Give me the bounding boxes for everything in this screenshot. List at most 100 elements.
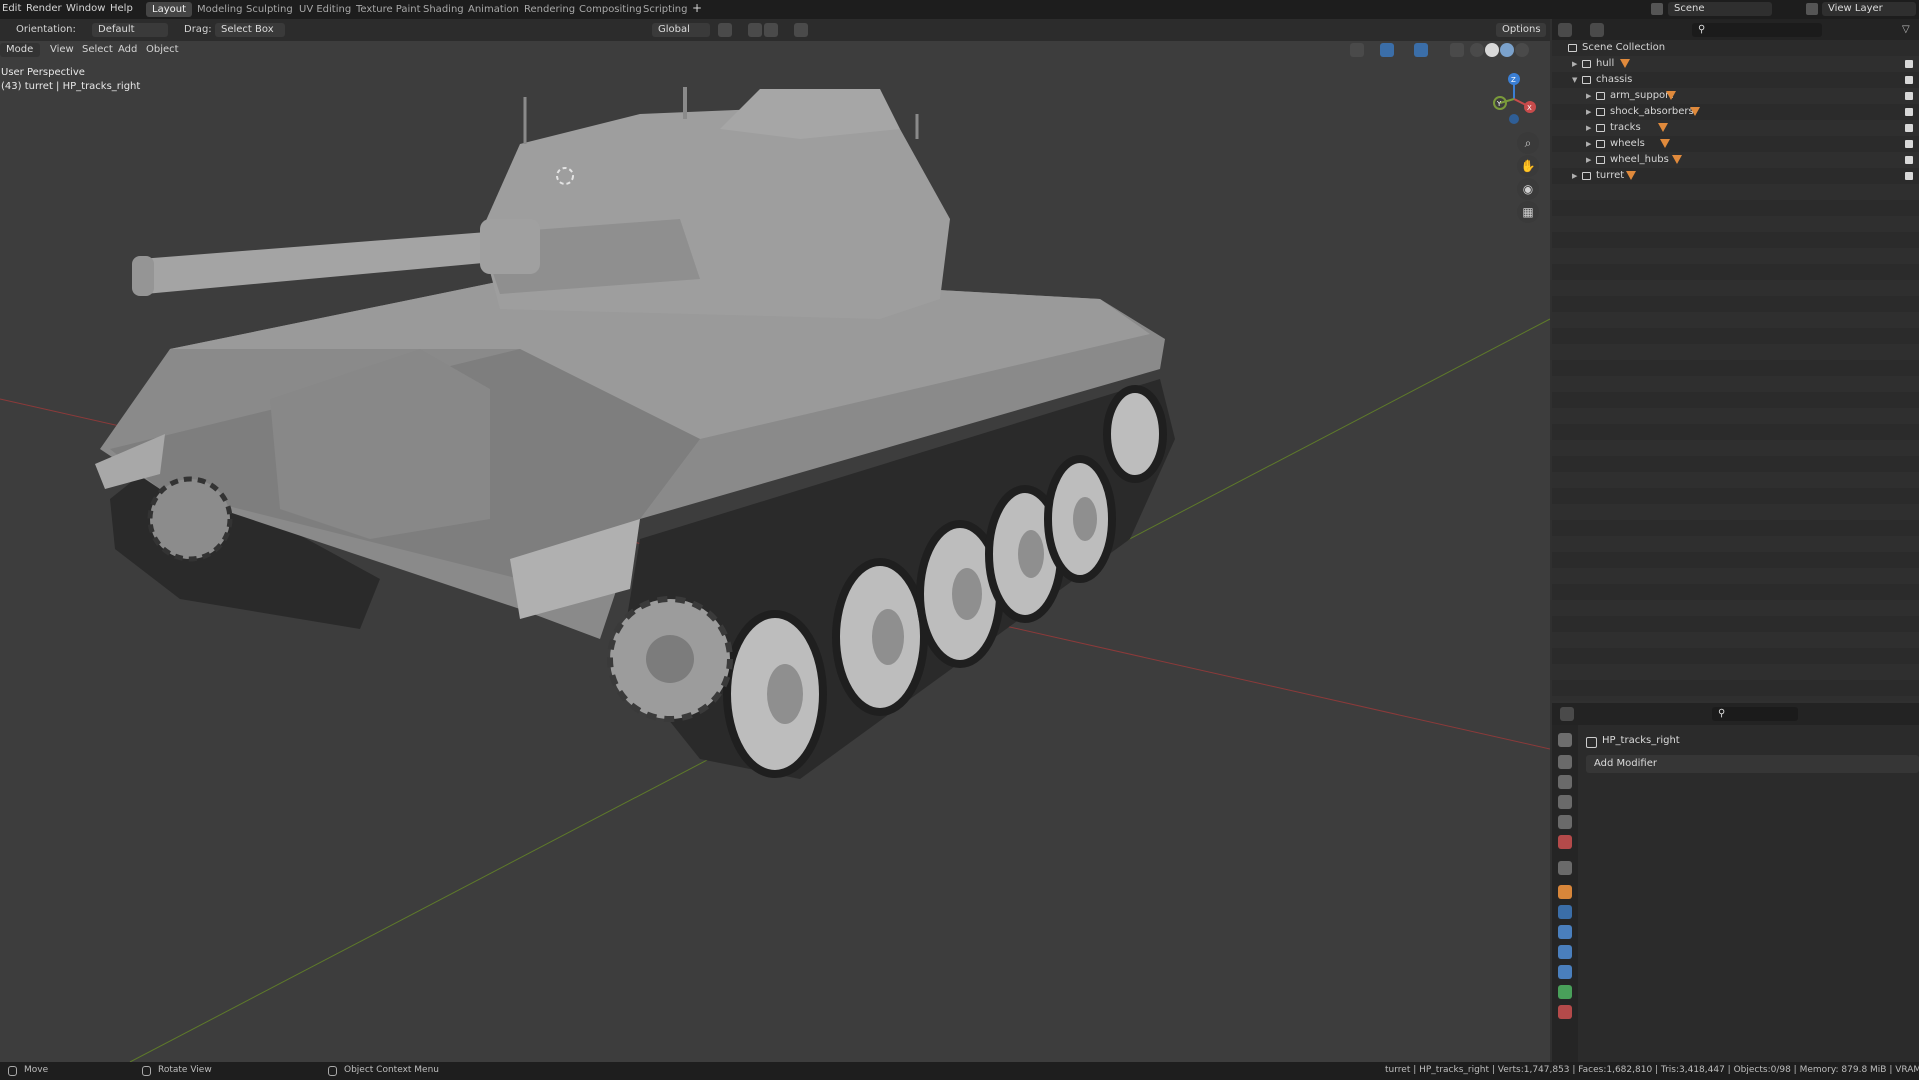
- properties-search-input[interactable]: ⚲: [1712, 707, 1798, 721]
- constraints-icon[interactable]: [1558, 965, 1572, 979]
- object-type-icon: [1586, 737, 1597, 748]
- exclude-checkbox[interactable]: [1905, 92, 1913, 100]
- exclude-checkbox[interactable]: [1905, 60, 1913, 68]
- gizmo-y-label: Y: [1496, 100, 1502, 108]
- collapse-triangle-icon[interactable]: ▼: [1572, 72, 1577, 88]
- data-icon[interactable]: [1558, 985, 1572, 999]
- tool-icon[interactable]: [1558, 733, 1572, 747]
- object-icon[interactable]: [1558, 885, 1572, 899]
- scene-selector[interactable]: Scene: [1668, 2, 1772, 16]
- tab-scripting[interactable]: Scripting: [637, 2, 693, 17]
- zoom-icon[interactable]: ⌕: [1517, 132, 1539, 154]
- pan-hand-icon[interactable]: ✋: [1517, 155, 1539, 177]
- world-icon[interactable]: [1558, 835, 1572, 849]
- exclude-checkbox[interactable]: [1905, 76, 1913, 84]
- tree-row-shock-absorbers[interactable]: ▶ shock_absorbers: [1552, 104, 1919, 120]
- exclude-checkbox[interactable]: [1905, 140, 1913, 148]
- outliner-search-input[interactable]: ⚲: [1692, 23, 1822, 37]
- menu-render[interactable]: Render: [26, 3, 62, 14]
- display-mode-icon[interactable]: [1590, 23, 1604, 37]
- tab-layout[interactable]: Layout: [146, 2, 192, 17]
- tree-row-scene-collection[interactable]: Scene Collection: [1552, 40, 1919, 56]
- menu-help[interactable]: Help: [110, 3, 133, 14]
- physics-icon[interactable]: [1558, 945, 1572, 959]
- tab-animation[interactable]: Animation: [462, 2, 525, 17]
- mesh-data-icon: [1666, 91, 1676, 100]
- expand-triangle-icon[interactable]: ▶: [1586, 88, 1591, 104]
- material-icon[interactable]: [1558, 1005, 1572, 1019]
- mesh-data-icon: [1626, 171, 1636, 180]
- expand-triangle-icon[interactable]: ▶: [1586, 152, 1591, 168]
- status-move: Move: [24, 1065, 49, 1075]
- collection-icon: [1596, 140, 1605, 148]
- mesh-data-icon: [1658, 123, 1668, 132]
- mouse-middle-icon: [142, 1066, 151, 1076]
- mesh-data-icon: [1672, 155, 1682, 164]
- gizmo-x-label: X: [1527, 104, 1532, 112]
- editor-type-icon[interactable]: [1558, 23, 1572, 37]
- menu-edit[interactable]: Edit: [2, 3, 21, 14]
- neg-z-axis-icon[interactable]: [1509, 114, 1519, 124]
- tree-label: wheel_hubs: [1610, 154, 1669, 165]
- render-icon[interactable]: [1558, 755, 1572, 769]
- tab-rendering[interactable]: Rendering: [518, 2, 581, 17]
- collection-icon[interactable]: [1558, 861, 1572, 875]
- navigation-gizmo[interactable]: Z X Y: [1486, 69, 1542, 129]
- expand-triangle-icon[interactable]: ▶: [1586, 136, 1591, 152]
- tree-row-chassis[interactable]: ▼ chassis: [1552, 72, 1919, 88]
- tab-texture-paint[interactable]: Texture Paint: [350, 2, 427, 17]
- scene-icon[interactable]: [1558, 815, 1572, 829]
- properties-header: ⚲: [1552, 703, 1919, 725]
- scene-collection-icon: [1568, 44, 1577, 52]
- add-modifier-button[interactable]: Add Modifier: [1586, 755, 1919, 773]
- scene-icon: [1651, 3, 1663, 15]
- modifier-icon[interactable]: [1558, 905, 1572, 919]
- exclude-checkbox[interactable]: [1905, 124, 1913, 132]
- add-workspace-button[interactable]: +: [692, 1, 702, 15]
- mesh-data-icon: [1660, 139, 1670, 148]
- outliner-header: ⚲ ▽: [1552, 19, 1919, 40]
- tree-label: turret: [1596, 170, 1625, 181]
- gizmo-z-label: Z: [1511, 76, 1516, 84]
- output-icon[interactable]: [1558, 775, 1572, 789]
- tree-row-tracks[interactable]: ▶ tracks: [1552, 120, 1919, 136]
- 3d-viewport[interactable]: Orientation: Default Drag: Select Box Gl…: [0, 19, 1550, 1062]
- exclude-checkbox[interactable]: [1905, 172, 1913, 180]
- tree-row-wheel-hubs[interactable]: ▶ wheel_hubs: [1552, 152, 1919, 168]
- exclude-checkbox[interactable]: [1905, 108, 1913, 116]
- tree-row-wheels[interactable]: ▶ wheels: [1552, 136, 1919, 152]
- mesh-data-icon: [1690, 107, 1700, 116]
- expand-triangle-icon[interactable]: ▶: [1572, 56, 1577, 72]
- tree-row-hull[interactable]: ▶ hull: [1552, 56, 1919, 72]
- mouse-right-icon: [328, 1066, 337, 1076]
- view-layer-icon[interactable]: [1558, 795, 1572, 809]
- expand-triangle-icon[interactable]: ▶: [1586, 104, 1591, 120]
- ortho-grid-icon[interactable]: ▦: [1517, 201, 1539, 223]
- tree-label: hull: [1596, 58, 1615, 69]
- view-layer-selector[interactable]: View Layer: [1822, 2, 1916, 16]
- tree-label: arm_support: [1610, 90, 1674, 101]
- collection-icon: [1582, 76, 1591, 84]
- status-context-menu: Object Context Menu: [344, 1065, 440, 1075]
- expand-triangle-icon[interactable]: ▶: [1586, 120, 1591, 136]
- tab-sculpting[interactable]: Sculpting: [240, 2, 299, 17]
- expand-triangle-icon[interactable]: ▶: [1572, 168, 1577, 184]
- tank-model[interactable]: [95, 87, 1175, 779]
- tree-row-turret[interactable]: ▶ turret: [1552, 168, 1919, 184]
- object-name-field[interactable]: HP_tracks_right: [1602, 735, 1680, 746]
- scene-canvas[interactable]: [0, 19, 1550, 1062]
- editor-type-icon[interactable]: [1560, 707, 1574, 721]
- camera-icon[interactable]: ◉: [1517, 178, 1539, 200]
- menu-window[interactable]: Window: [66, 3, 105, 14]
- tree-label: shock_absorbers: [1610, 106, 1694, 117]
- status-rotate-view: Rotate View: [158, 1065, 212, 1075]
- tab-uv-editing[interactable]: UV Editing: [293, 2, 357, 17]
- view-layer-icon: [1806, 3, 1818, 15]
- scene-statistics: turret | HP_tracks_right | Verts:1,747,8…: [1385, 1065, 1919, 1075]
- properties-tabs: [1552, 725, 1578, 1062]
- tree-row-arm-support[interactable]: ▶ arm_support: [1552, 88, 1919, 104]
- particles-icon[interactable]: [1558, 925, 1572, 939]
- exclude-checkbox[interactable]: [1905, 156, 1913, 164]
- tree-label: chassis: [1596, 74, 1633, 85]
- filter-icon[interactable]: ▽: [1902, 24, 1910, 35]
